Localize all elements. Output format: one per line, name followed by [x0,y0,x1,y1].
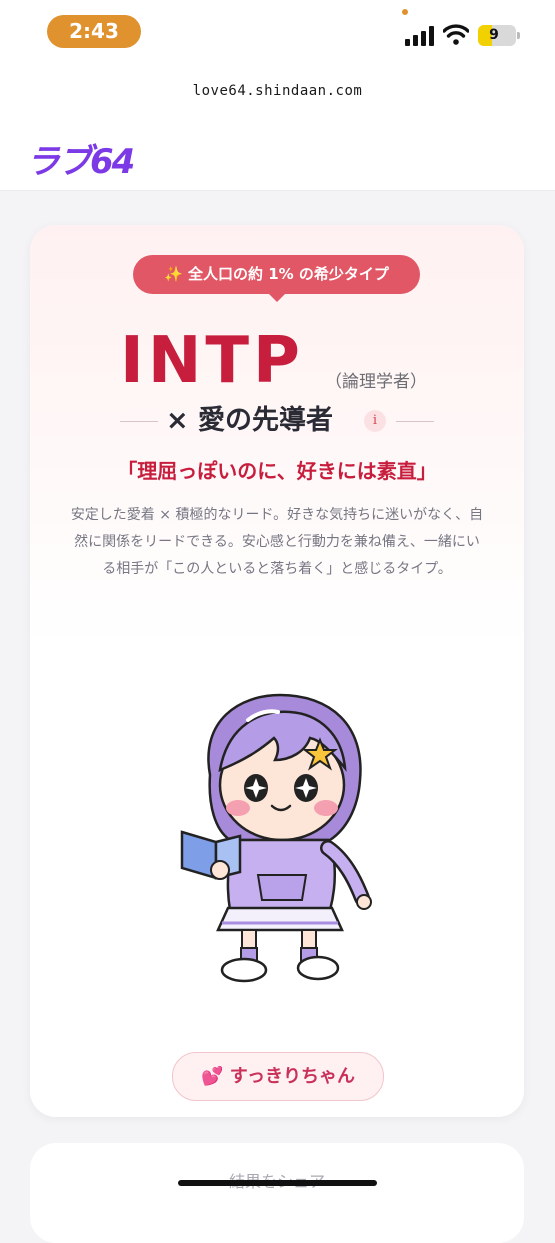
personality-type-code: INTP [120,324,304,398]
catchphrase: 「理屈っぽいのに、好きには素直」 [117,459,437,483]
type-description: 安定した愛着 × 積極的なリード。好きな気持ちに迷いがなく、自然に関係をリードで… [70,507,484,577]
character-name-button[interactable]: 💕 すっきりちゃん [172,1052,384,1101]
info-icon[interactable]: i [364,410,386,432]
status-time: 2:43 [47,15,141,48]
url-bar[interactable]: love64.shindaan.com [0,70,555,112]
rarity-badge: ✨ 全人口の約 1% の希少タイプ [133,255,420,294]
love-style-title: × 愛の先導者 [166,405,334,436]
personality-type-name: （論理学者） [325,372,427,392]
site-header: ラブ64 [0,112,555,191]
privacy-indicator-dot [402,9,408,15]
status-bar: 2:43 9 [0,0,555,70]
battery-level: 9 [489,27,499,43]
home-indicator[interactable] [178,1180,377,1186]
character-illustration [180,693,372,983]
battery-indicator: 9 [478,25,520,46]
cellular-signal-icon [405,26,434,46]
share-card [30,1143,524,1243]
rarity-badge-pointer [268,293,286,302]
wifi-icon [443,24,469,45]
site-logo[interactable]: ラブ64 [26,134,135,183]
divider-right [396,421,434,422]
divider-left [120,421,158,422]
